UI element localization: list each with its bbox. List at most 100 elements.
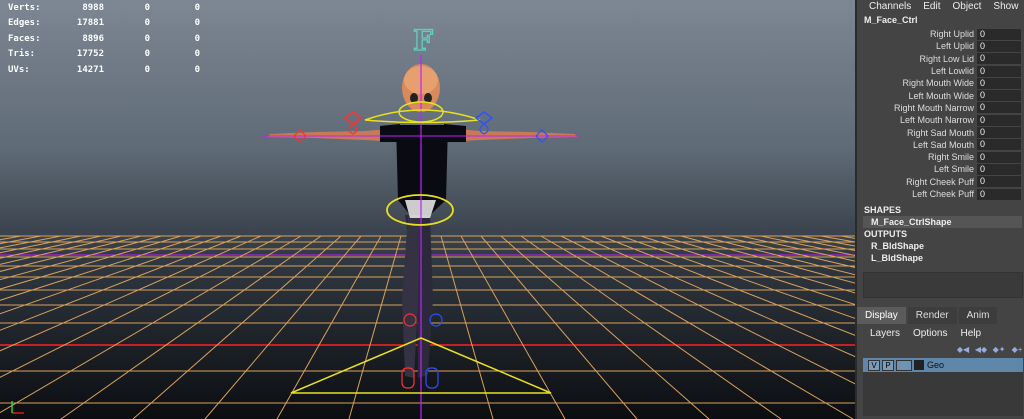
left-leg[interactable]	[402, 215, 420, 378]
3d-viewport[interactable]: F Verts: 8988 0 0 Edges: 17881 0 0 Faces: 8896 0 0 T…	[0, 0, 855, 419]
channel-value-field[interactable]: 0	[977, 151, 1021, 163]
layer-toolbar: ◆◀ ◀◆ ◆✦ ◆+	[857, 342, 1024, 356]
character-model[interactable]	[268, 64, 577, 378]
rig-controls[interactable]	[262, 55, 580, 419]
channel-value-field[interactable]: 0	[977, 53, 1021, 65]
layer-color-swatch[interactable]	[914, 360, 924, 370]
channel-label[interactable]: Left Uplid	[857, 41, 977, 51]
channel-label[interactable]: Left Smile	[857, 164, 977, 174]
menu-object[interactable]: Object	[953, 1, 982, 12]
hud-row: Tris: 17752 0 0	[8, 47, 200, 63]
channel-row[interactable]: Left Uplid 0	[857, 40, 1024, 52]
new-layer-icon[interactable]: ◆✦	[992, 344, 1006, 354]
move-layer-up-icon[interactable]: ◆◀	[956, 344, 970, 354]
hud-label: Tris:	[8, 49, 36, 60]
layer-menu-options[interactable]: Options	[913, 328, 947, 339]
hud-row: Edges: 17881 0 0	[8, 16, 200, 32]
channel-value-field[interactable]: 0	[977, 127, 1021, 139]
channel-value-field[interactable]: 0	[977, 40, 1021, 52]
hud-v3: 0	[194, 64, 200, 75]
channel-row[interactable]: Left Smile 0	[857, 163, 1024, 175]
grid-col-line	[0, 235, 82, 254]
channel-row[interactable]: Right Sad Mouth 0	[857, 126, 1024, 139]
grid-col-line	[580, 235, 855, 358]
left-arm[interactable]	[268, 128, 398, 142]
hud-v3: 0	[194, 2, 200, 13]
hud-v2: 0	[144, 33, 150, 44]
channel-label[interactable]: Right Mouth Wide	[857, 78, 977, 88]
channel-label[interactable]: Left Mouth Narrow	[857, 115, 977, 125]
channel-label[interactable]: Right Uplid	[857, 29, 977, 39]
outputs-list: R_BldShape L_BldShape	[857, 240, 1024, 264]
output-item[interactable]: R_BldShape	[857, 240, 1024, 252]
channel-label[interactable]: Right Low Lid	[857, 54, 977, 64]
channel-row[interactable]: Left Sad Mouth 0	[857, 139, 1024, 151]
tab-anim[interactable]: Anim	[958, 307, 998, 324]
channel-value-field[interactable]: 0	[977, 102, 1021, 114]
layer-name[interactable]: Geo	[927, 360, 944, 370]
channel-value-field[interactable]: 0	[977, 28, 1021, 40]
channel-row[interactable]: Right Mouth Narrow 0	[857, 102, 1024, 114]
grid-col-line	[204, 235, 362, 419]
menu-show[interactable]: Show	[993, 1, 1018, 12]
left-shoulder-control[interactable]	[343, 111, 363, 125]
hud-row: Verts: 8988 0 0	[8, 0, 200, 16]
layer-editor-tabs: Display Render Anim	[857, 307, 1024, 324]
channel-value-field[interactable]: 0	[977, 176, 1021, 188]
layer-display-type-toggle[interactable]	[896, 359, 912, 371]
output-item[interactable]: L_BldShape	[857, 252, 1024, 264]
channel-label[interactable]: Left Sad Mouth	[857, 140, 977, 150]
object-name[interactable]: M_Face_Ctrl	[857, 12, 1024, 28]
channel-label[interactable]: Right Mouth Narrow	[857, 103, 977, 113]
channel-row[interactable]: Left Cheek Puff 0	[857, 188, 1024, 200]
channel-value-field[interactable]: 0	[977, 77, 1021, 89]
layer-list: V P Geo	[863, 358, 1023, 416]
channel-label[interactable]: Right Sad Mouth	[857, 128, 977, 138]
channel-row[interactable]: Right Cheek Puff 0	[857, 176, 1024, 188]
channel-value-field[interactable]: 0	[977, 163, 1021, 175]
menu-edit[interactable]: Edit	[923, 1, 940, 12]
channel-value-field[interactable]: 0	[977, 65, 1021, 77]
channel-label[interactable]: Left Mouth Wide	[857, 91, 977, 101]
channel-row[interactable]: Left Lowlid 0	[857, 65, 1024, 77]
channel-row[interactable]: Right Uplid 0	[857, 28, 1024, 40]
grid-col-line	[660, 235, 855, 294]
right-shoulder-control[interactable]	[474, 111, 494, 125]
grid-col-line	[0, 235, 182, 290]
grid-col-line	[132, 235, 342, 419]
channel-label[interactable]: Left Lowlid	[857, 66, 977, 76]
channel-value-field[interactable]: 0	[977, 90, 1021, 102]
grid-col-line	[640, 235, 855, 305]
layer-playback-toggle[interactable]: P	[882, 359, 894, 371]
layer-menu-layers[interactable]: Layers	[870, 328, 900, 339]
channel-row[interactable]: Right Mouth Wide 0	[857, 77, 1024, 89]
hud-label: Verts:	[8, 2, 41, 13]
hud-v1: 14271	[76, 64, 104, 75]
channel-label[interactable]: Right Smile	[857, 152, 977, 162]
tab-render[interactable]: Render	[907, 307, 957, 324]
hud-v2: 0	[144, 18, 150, 29]
hud-v3: 0	[194, 33, 200, 44]
channel-row[interactable]: Right Smile 0	[857, 151, 1024, 163]
new-layer-selected-icon[interactable]: ◆+	[1010, 344, 1024, 354]
shape-item[interactable]: M_Face_CtrlShape	[863, 216, 1022, 229]
layer-visibility-toggle[interactable]: V	[868, 359, 880, 371]
hud-v2: 0	[144, 64, 150, 75]
channel-value-field[interactable]: 0	[977, 114, 1021, 126]
layer-menu-help[interactable]: Help	[960, 328, 981, 339]
grid-col-line	[680, 235, 855, 284]
layer-row[interactable]: V P Geo	[863, 358, 1023, 372]
channel-value-field[interactable]: 0	[977, 188, 1021, 200]
channel-label[interactable]: Left Cheek Puff	[857, 189, 977, 199]
move-layer-down-icon[interactable]: ◀◆	[974, 344, 988, 354]
right-knee-control[interactable]	[429, 313, 443, 327]
channel-label[interactable]: Right Cheek Puff	[857, 177, 977, 187]
channel-row[interactable]: Right Low Lid 0	[857, 53, 1024, 65]
channel-value-field[interactable]: 0	[977, 139, 1021, 151]
channel-row[interactable]: Left Mouth Narrow 0	[857, 114, 1024, 126]
menu-channels[interactable]: Channels	[869, 1, 911, 12]
tab-display[interactable]: Display	[857, 307, 906, 324]
face-control[interactable]: F	[412, 23, 433, 57]
outputs-header: OUTPUTS	[864, 229, 908, 240]
channel-row[interactable]: Left Mouth Wide 0	[857, 89, 1024, 102]
